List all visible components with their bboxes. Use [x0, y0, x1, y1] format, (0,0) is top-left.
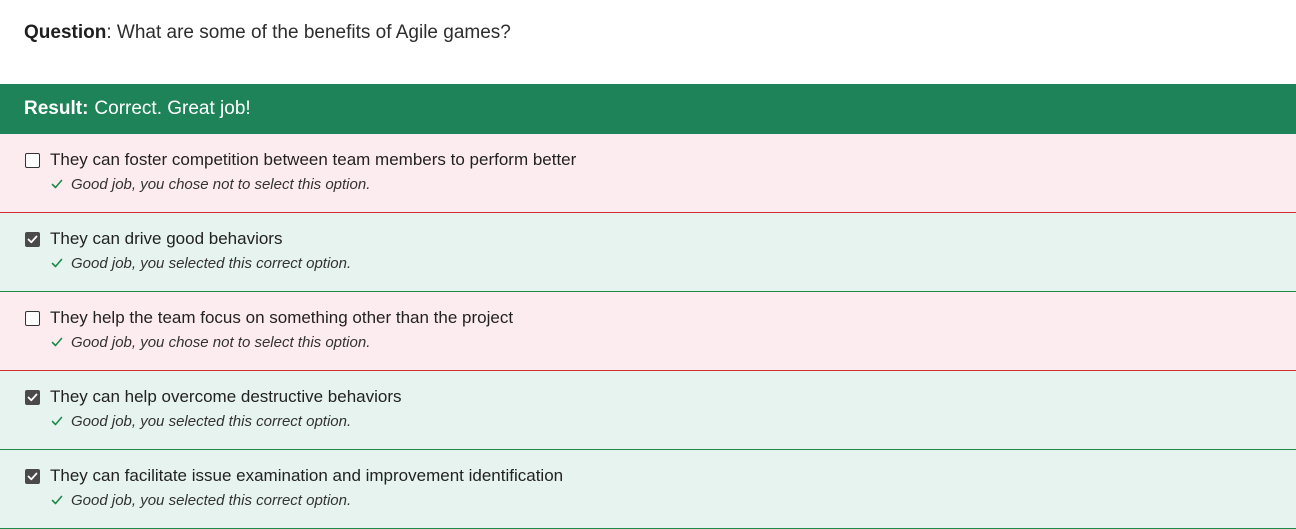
answer-option: They help the team focus on something ot… [0, 292, 1296, 371]
question-header: Question: What are some of the benefits … [0, 0, 1296, 84]
result-banner: Result: Correct. Great job! [0, 84, 1296, 134]
checkmark-icon [51, 495, 63, 505]
checkmark-icon [51, 179, 63, 189]
question-text: What are some of the benefits of Agile g… [116, 22, 511, 43]
answer-option: They can help overcome destructive behav… [0, 371, 1296, 450]
option-text: They help the team focus on something ot… [50, 308, 514, 327]
checkbox-unchecked-icon[interactable] [25, 310, 40, 326]
checkbox-unchecked-icon[interactable] [25, 152, 40, 168]
option-text: They can foster competition between team… [50, 150, 577, 169]
feedback-text: Good job, you selected this correct opti… [71, 412, 352, 430]
answer-option: They can facilitate issue examination an… [0, 450, 1296, 529]
feedback-text: Good job, you selected this correct opti… [71, 254, 352, 272]
checkmark-icon [51, 258, 63, 268]
feedback-text: Good job, you selected this correct opti… [71, 491, 352, 509]
answer-option: They can drive good behaviors Good job, … [0, 213, 1296, 292]
checkmark-icon [51, 416, 63, 426]
option-text: They can help overcome destructive behav… [50, 387, 402, 406]
checkbox-checked-icon[interactable] [25, 468, 40, 484]
question-label: Question [24, 22, 107, 43]
feedback-text: Good job, you chose not to select this o… [71, 333, 371, 351]
result-text: Correct. Great job! [94, 98, 251, 119]
checkbox-checked-icon[interactable] [25, 389, 40, 405]
result-label: Result: [24, 98, 89, 119]
option-text: They can facilitate issue examination an… [50, 466, 564, 485]
answer-option: They can foster competition between team… [0, 134, 1296, 213]
feedback-text: Good job, you chose not to select this o… [71, 175, 371, 193]
checkbox-checked-icon[interactable] [25, 231, 40, 247]
checkmark-icon [51, 337, 63, 347]
option-text: They can drive good behaviors [50, 229, 283, 248]
question-separator: : [106, 22, 112, 43]
